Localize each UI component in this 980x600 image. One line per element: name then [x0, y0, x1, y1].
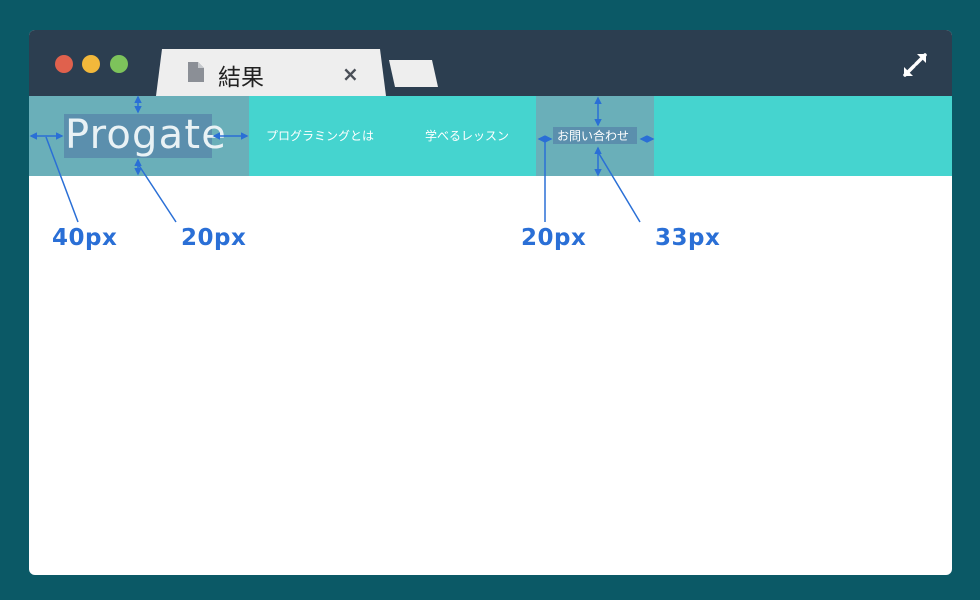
nav-item-about-programming[interactable]: プログラミングとは [266, 129, 374, 143]
minimize-window-button[interactable] [82, 55, 100, 73]
document-icon [188, 62, 204, 82]
nav-item-lessons[interactable]: 学べるレッスン [425, 129, 509, 143]
site-logo[interactable]: Progate [65, 110, 227, 160]
nav-item-contact[interactable]: お問い合わせ [557, 129, 629, 143]
new-tab-button[interactable] [389, 60, 438, 87]
tab-close-icon[interactable]: × [342, 62, 359, 86]
dimension-label-nav-vertical: 33px [655, 225, 721, 251]
dimension-label-nav-horizontal: 20px [521, 225, 587, 251]
expand-icon[interactable] [902, 52, 928, 78]
tab-title: 結果 [218, 65, 264, 91]
maximize-window-button[interactable] [110, 55, 128, 73]
browser-window: 結果 × Progate プログラミングとは 学べるレッスン お問い合わせ [29, 30, 952, 575]
dimension-label-logo-horizontal: 40px [52, 225, 118, 251]
close-window-button[interactable] [55, 55, 73, 73]
browser-tab[interactable]: 結果 × [156, 49, 386, 96]
browser-titlebar: 結果 × [29, 30, 952, 96]
dimension-label-logo-vertical: 20px [181, 225, 247, 251]
site-header: Progate プログラミングとは 学べるレッスン お問い合わせ [29, 96, 952, 176]
